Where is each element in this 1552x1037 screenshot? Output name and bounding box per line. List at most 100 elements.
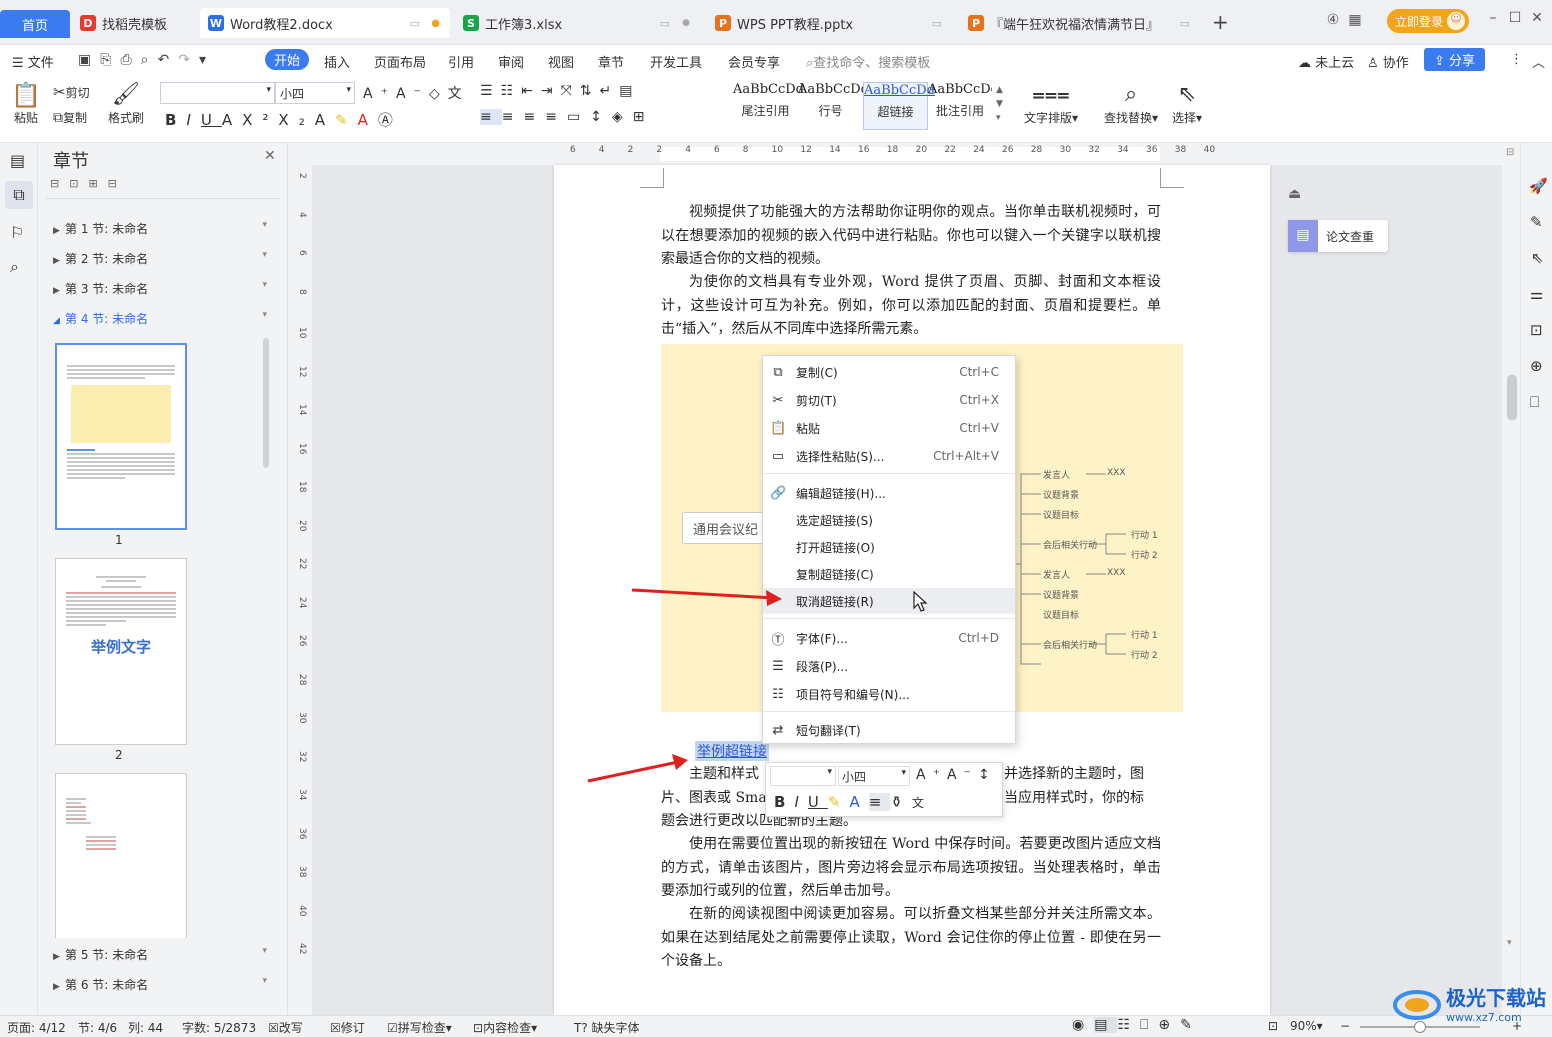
track-changes-toggle[interactable]: ☒修订 <box>330 1019 365 1036</box>
section-item-4[interactable]: ◢ 第 4 节: 未命名 ▾ <box>53 310 273 327</box>
menu-item-translate[interactable]: ⇄ 短句翻译(T) <box>763 717 1015 743</box>
pen-icon[interactable]: ✎ <box>1530 213 1543 231</box>
search-icon[interactable]: ⌕ <box>10 257 19 277</box>
tab-home[interactable]: 首页 <box>0 10 70 38</box>
more-icon[interactable]: ▾ <box>199 52 215 68</box>
zoom-level[interactable]: 90%▾ <box>1290 1019 1323 1033</box>
save-icon[interactable]: ▣ <box>78 52 100 68</box>
menu-member[interactable]: 会员专享 <box>728 52 780 71</box>
numbering-icon[interactable]: ☷ <box>501 83 522 99</box>
scroll-down-icon[interactable]: ▾ <box>1507 938 1512 948</box>
menu-chapter[interactable]: 章节 <box>598 52 624 71</box>
reading-view-icon[interactable]: ⎕ <box>1140 1017 1158 1033</box>
grow-font-icon[interactable]: A⁺ <box>916 767 947 783</box>
underline-icon[interactable]: U <box>201 111 222 129</box>
menu-item-bullets[interactable]: ☷ 项目符号和编号(N)... <box>763 681 1015 707</box>
cut-button[interactable]: ✂ 剪切 <box>53 83 90 101</box>
char-border-icon[interactable]: Ⓐ <box>378 111 403 129</box>
style-line-number[interactable]: AaBbCcDd 行号 <box>798 82 869 130</box>
rocket-icon[interactable]: 🚀 <box>1529 177 1548 195</box>
underline-icon[interactable]: U <box>808 793 828 811</box>
collapse-ribbon-icon[interactable]: ︿ <box>1532 52 1545 71</box>
bold-icon[interactable]: B <box>165 111 186 129</box>
menu-start[interactable]: 开始 <box>265 49 310 70</box>
menu-insert[interactable]: 插入 <box>324 52 350 71</box>
collapse-all-icon[interactable]: ⊡ <box>69 177 88 190</box>
more-menu-icon[interactable]: ⋮ <box>1510 52 1523 67</box>
italic-icon[interactable]: I <box>794 793 807 811</box>
login-button[interactable]: 立即登录 ☺ <box>1387 9 1470 33</box>
subscript-icon[interactable]: X₂ <box>278 111 314 129</box>
redo-icon[interactable]: ↷ <box>178 52 199 68</box>
tab-excel[interactable]: S 工作簿3.xlsx ▭ ● <box>455 8 700 38</box>
sort-icon[interactable]: ⇅ <box>580 83 600 99</box>
menu-item-open-hyperlink[interactable]: 打开超链接(O) <box>763 534 1015 560</box>
compass-icon[interactable]: ⊕ <box>1530 357 1543 375</box>
vertical-scrollbar[interactable]: ⊟ ▾ <box>1504 143 1520 1015</box>
undo-icon[interactable]: ↶ <box>157 52 178 68</box>
chevron-down-icon[interactable]: ▾ <box>262 250 267 260</box>
find-replace-button[interactable]: ⌕ 查找替换▾ <box>1100 81 1162 126</box>
panel-scrollbar[interactable] <box>263 338 269 468</box>
share-button[interactable]: ⇪ 分享 <box>1424 48 1486 71</box>
align-icon[interactable]: ≡ <box>868 793 891 811</box>
export-pdf-icon[interactable]: ⎘ <box>100 52 120 68</box>
plagiarism-check-button[interactable]: ▤ 论文查重 <box>1288 220 1388 252</box>
collapse-panel-icon[interactable]: ⏏ <box>1288 186 1301 202</box>
page-thumbnail-1[interactable] <box>55 343 187 530</box>
distribute-icon[interactable]: ▭ <box>567 109 590 125</box>
copy-button[interactable]: ⧉ 复制 <box>53 109 87 126</box>
grid-icon[interactable]: ▦ <box>1344 12 1366 28</box>
chevron-down-icon[interactable]: ▾ <box>262 946 267 956</box>
shading-icon[interactable]: ◈ <box>612 109 633 125</box>
outdent-icon[interactable]: ⇤ <box>521 83 541 99</box>
image-icon[interactable]: ⊡ <box>1530 321 1543 339</box>
chinese-layout-icon[interactable]: ⤧ <box>561 83 580 99</box>
section-item-3[interactable]: ▶ 第 3 节: 未命名 ▾ <box>53 280 273 297</box>
chevron-down-icon[interactable]: ▾ <box>262 220 267 230</box>
align-right-icon[interactable]: ≡ <box>523 109 545 125</box>
menu-item-copy-hyperlink[interactable]: 复制超链接(C) <box>763 561 1015 587</box>
close-icon[interactable]: ✕ <box>1526 10 1548 26</box>
hyperlink-text[interactable]: 举例超链接 <box>695 741 769 761</box>
chapter-nav-icon[interactable]: ⧉ <box>5 181 33 209</box>
grow-font-icon[interactable]: A⁺ <box>363 86 396 102</box>
print-preview-icon[interactable]: ⌕ <box>141 52 158 68</box>
tab-ppt[interactable]: P WPS PPT教程.pptx ▭ <box>707 8 952 38</box>
line-spacing-icon[interactable]: ↕ <box>978 767 997 783</box>
minimize-icon[interactable]: – <box>1482 10 1504 26</box>
paste-button[interactable]: 📋 粘贴 <box>8 81 44 126</box>
text-effect-icon[interactable]: A <box>315 111 335 129</box>
monitor-icon[interactable]: ▭ <box>1180 17 1190 30</box>
book-icon[interactable]: ⎕ <box>1530 393 1539 411</box>
font-color-icon[interactable]: A <box>358 111 378 129</box>
close-icon[interactable]: ✕ <box>264 148 276 164</box>
indent-icon[interactable]: ⇥ <box>541 83 561 99</box>
page-view-icon[interactable]: ▤ <box>1094 1017 1118 1033</box>
write-view-icon[interactable]: ✎ <box>1180 1017 1202 1033</box>
missing-font-button[interactable]: T? 缺失字体 <box>574 1019 640 1036</box>
monitor-icon[interactable]: ▭ <box>410 17 420 30</box>
borders-icon[interactable]: ⊞ <box>633 109 655 125</box>
status-page[interactable]: 页面: 4/12 <box>7 1019 66 1036</box>
status-words[interactable]: 字数: 5/2873 <box>182 1019 256 1036</box>
web-view-icon[interactable]: ⊕ <box>1158 1017 1180 1033</box>
menu-item-paste-special[interactable]: ▭ 选择性粘贴(S)... Ctrl+Alt+V <box>763 443 1015 469</box>
menu-references[interactable]: 引用 <box>448 52 474 71</box>
tab-docer-templates[interactable]: D 找稻壳模板 <box>72 8 197 38</box>
clear-format-icon[interactable]: ◇ <box>429 86 448 102</box>
menu-item-cut[interactable]: ✂ 剪切(T) Ctrl+X <box>763 387 1015 413</box>
horizontal-ruler[interactable]: 6 4 2 2 4 6 8 10 12 14 16 18 20 22 24 26 28 30 32 34 36 38 40 <box>296 143 1502 165</box>
add-section-icon[interactable]: ⊞ <box>88 177 107 190</box>
highlight-icon[interactable]: ✎ <box>828 793 850 811</box>
page-thumbnail-3[interactable] <box>55 773 187 938</box>
chevron-down-icon[interactable]: ▾ <box>262 976 267 986</box>
font-size-select[interactable]: 小四 ▾ <box>275 82 355 104</box>
monitor-icon[interactable]: ▭ <box>932 17 942 30</box>
format-painter-icon[interactable]: ⚱ <box>890 793 912 811</box>
select-button[interactable]: ⇖ 选择▾ <box>1168 81 1206 126</box>
menu-item-edit-hyperlink[interactable]: 🔗 编辑超链接(H)... <box>763 480 1015 506</box>
text-layout-button[interactable]: ⩶ 文字排版▾ <box>1022 81 1080 126</box>
monitor-icon[interactable]: ▭ <box>660 17 670 30</box>
overwrite-toggle[interactable]: ☒改写 <box>268 1019 303 1036</box>
